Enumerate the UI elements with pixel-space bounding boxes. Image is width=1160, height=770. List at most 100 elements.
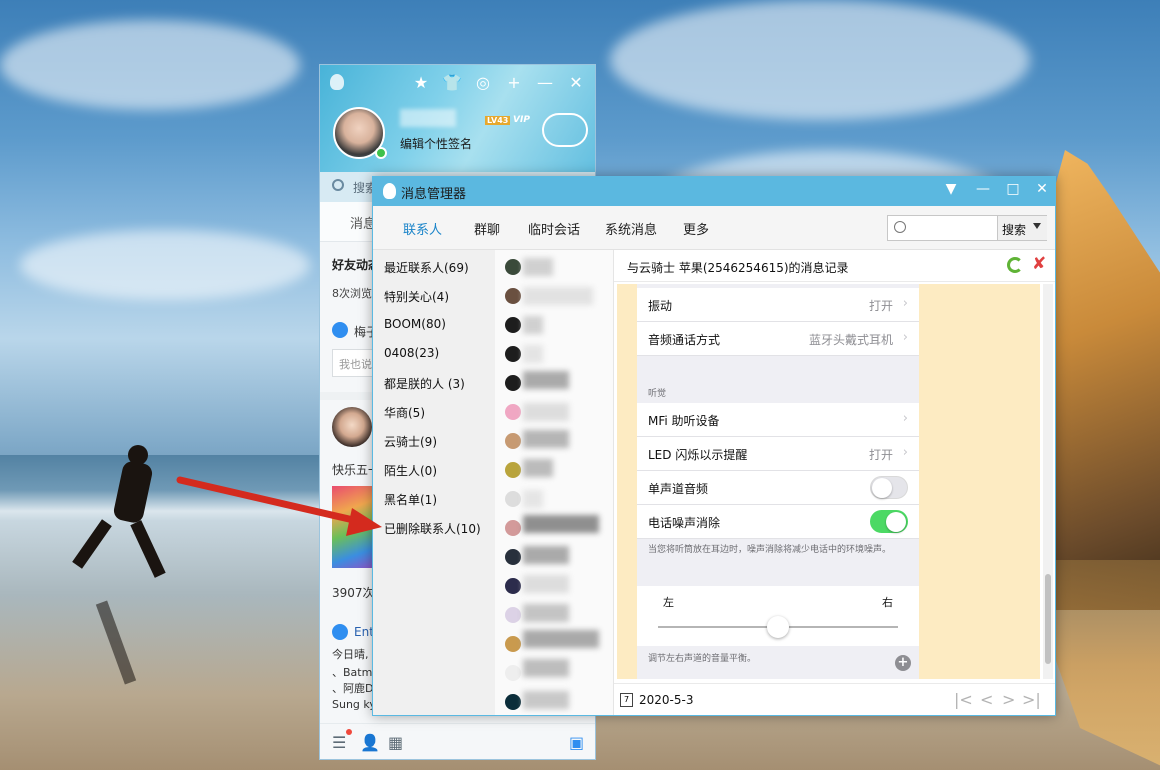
contact-avatar[interactable] [505,665,521,681]
title-bar: 消息管理器 ▼ — □ ✕ [373,177,1055,206]
record-date[interactable]: 2020-5-3 [639,693,693,707]
contact-avatar[interactable] [505,607,521,623]
group-item[interactable]: 黑名单(1) [384,491,437,508]
post-photo[interactable] [332,486,374,568]
like-icon[interactable] [332,624,348,640]
refresh-icon[interactable] [1007,257,1023,273]
group-item[interactable]: 华商(5) [384,404,425,421]
qq-logo-icon [330,74,344,90]
contact-name-blurred[interactable] [523,316,543,334]
scrollbar-thumb[interactable] [1045,574,1051,664]
tab-temp-sessions[interactable]: 临时会话 [528,219,580,238]
star-icon[interactable]: ★ [410,73,432,92]
chevron-down-icon[interactable] [1033,223,1041,229]
contact-name-blurred[interactable] [523,604,569,622]
group-item[interactable]: 已删除联系人(10) [384,520,481,537]
close-icon[interactable]: ✕ [1028,181,1055,197]
balance-left-label: 左 [663,596,674,609]
online-status-icon[interactable] [375,147,387,159]
contact-name-blurred[interactable] [523,630,599,648]
tab-contacts[interactable]: 联系人 [403,219,442,238]
contact-avatar[interactable] [505,636,521,652]
noise-cancel-note: 当您将听筒放在耳边时，噪声消除将减少电话中的环境噪声。 [648,545,892,555]
contact-name-blurred[interactable] [523,371,569,389]
mono-audio-toggle [870,476,908,499]
app-manager-icon[interactable]: ▦ [388,733,403,752]
nickname-blurred [400,109,456,127]
vip-badge[interactable]: VIP [513,115,530,125]
contact-avatar[interactable] [505,694,521,710]
minimize-icon[interactable]: — [969,181,997,197]
maximize-icon[interactable]: □ [999,181,1027,197]
minimize-icon[interactable]: — [534,73,556,92]
group-item[interactable]: 陌生人(0) [384,462,437,479]
contact-avatar[interactable] [505,578,521,594]
friend-avatar[interactable] [332,407,372,447]
contact-avatar[interactable] [505,404,521,420]
group-item[interactable]: 云骑士(9) [384,433,437,450]
contact-avatar[interactable] [505,433,521,449]
app-icon[interactable]: ◎ [472,73,494,92]
add-icon[interactable]: + [503,73,525,92]
contact-name-blurred[interactable] [523,546,569,564]
notification-dot [346,729,352,735]
contact-name-blurred[interactable] [523,345,543,363]
chevron-right-icon: › [902,330,908,345]
tab-groups[interactable]: 群聊 [474,219,500,238]
contact-name-blurred[interactable] [523,575,569,593]
tab-more[interactable]: 更多 [683,219,709,238]
contact-avatar[interactable] [505,520,521,536]
group-item[interactable]: 最近联系人(69) [384,259,469,276]
group-item[interactable]: 都是朕的人 (3) [384,375,465,392]
signature-text[interactable]: 编辑个性签名 [400,135,472,152]
balance-note: 调节左右声道的音量平衡。 [648,654,757,664]
last-page-icon[interactable]: >| [1022,690,1041,709]
app-grid-icon[interactable]: ▣ [569,733,584,752]
contact-avatar[interactable] [505,259,521,275]
skin-icon[interactable]: 👕 [441,73,463,92]
contact-name-blurred[interactable] [523,430,569,448]
shared-screenshot[interactable]: 振动 打开 › 音频通话方式 蓝牙头戴式耳机 › 听觉 MFi 助听设备 › L… [637,284,919,679]
menu-icon[interactable]: ☰ [332,733,346,752]
feed-line: 今日晴, [332,648,369,661]
settings-row-mfi: MFi 助听设备 › [637,403,919,437]
add-friend-icon[interactable]: 👤 [360,733,380,752]
contact-name-blurred[interactable] [523,490,543,508]
weather-icon[interactable] [542,113,588,147]
divider [320,392,380,400]
contact-name-blurred[interactable] [523,403,569,421]
level-badge[interactable]: LV43 [485,116,511,125]
qq-penguin-icon[interactable] [505,375,521,391]
contact-avatar[interactable] [505,462,521,478]
group-item[interactable]: 0408(23) [384,346,439,360]
share-name[interactable]: Ent [354,625,374,639]
close-icon[interactable]: ✕ [565,73,587,92]
group-item[interactable]: BOOM(80) [384,317,446,331]
contact-name-blurred[interactable] [523,515,599,533]
contact-name-blurred[interactable] [523,691,569,709]
record-header: 与云骑士 苹果(2546254615)的消息记录 ✘ [614,250,1055,282]
chevron-right-icon: › [902,296,908,311]
calendar-icon[interactable]: 7 [620,693,633,707]
qq-penguin-icon[interactable] [505,346,521,362]
dropdown-icon[interactable]: ▼ [937,181,965,197]
scrollbar[interactable] [1043,284,1053,679]
contact-name-blurred[interactable] [523,287,593,305]
zoom-in-icon[interactable]: + [895,655,911,671]
contact-avatar[interactable] [505,549,521,565]
tab-system-messages[interactable]: 系统消息 [605,219,657,238]
contact-avatar[interactable] [505,491,521,507]
search-box[interactable]: 搜索 [887,215,1047,241]
feed-line: 、Batm [332,666,373,679]
prev-page-icon[interactable]: < [980,690,993,709]
contact-avatar[interactable] [505,288,521,304]
contact-name-blurred[interactable] [523,659,569,677]
like-icon[interactable] [332,322,348,338]
next-page-icon[interactable]: > [1002,690,1015,709]
delete-icon[interactable]: ✘ [1032,254,1046,274]
contact-name-blurred[interactable] [523,459,553,477]
first-page-icon[interactable]: |< [954,690,973,709]
qq-penguin-icon[interactable] [505,317,521,333]
group-item[interactable]: 特别关心(4) [384,288,449,305]
contact-name-blurred[interactable] [523,258,553,276]
